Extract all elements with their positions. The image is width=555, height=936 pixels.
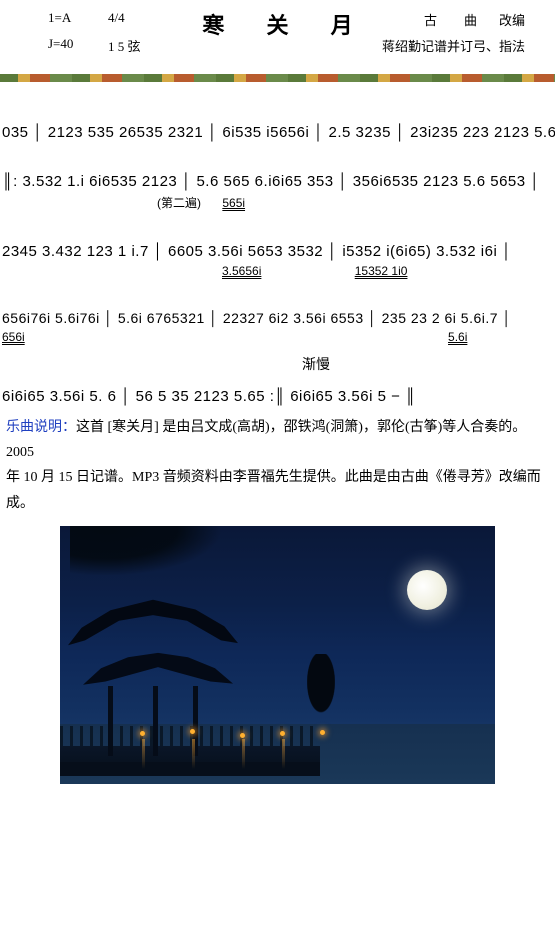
- deck-upper: [60, 746, 320, 762]
- description-line-1: 这首 [寒关月] 是由吕文成(高胡)，邵铁鸿(洞箫)，郭伦(古筝)等人合奏的。2…: [6, 420, 526, 460]
- score-line-3-sub1: 3.5656i: [222, 264, 261, 278]
- pillar: [153, 686, 158, 756]
- illustration: [60, 526, 495, 784]
- reflection: [242, 739, 245, 769]
- reflection: [142, 739, 145, 769]
- score-line-4: 656i76i 5.6i76i │ 5.6i 6765321 │ 22327 6…: [2, 310, 553, 326]
- score-line-3-annotation: 3.5656i 15352 1i0: [2, 264, 553, 278]
- source-1: 古: [424, 10, 437, 29]
- tree-silhouette: [297, 654, 345, 734]
- lantern-glow: [280, 731, 285, 736]
- score-line-1: 035 │ 2123 535 26535 2321 │ 6i535 i5656i…: [2, 124, 553, 141]
- deck-lower: [60, 762, 320, 776]
- roof-upper: [68, 586, 238, 656]
- description-block: 乐曲说明：这首 [寒关月] 是由吕文成(高胡)，邵铁鸿(洞箫)，郭伦(古筝)等人…: [0, 415, 555, 516]
- second-pass-note: (第二遍): [157, 196, 201, 210]
- score-line-2: ║: 3.532 1.i 6i6535 2123 │ 5.6 565 6.i6i…: [2, 173, 553, 190]
- score-line-4-suba: 656i: [2, 330, 25, 344]
- roof-lower: [83, 641, 233, 696]
- score-line-2-sub: 565i: [222, 196, 245, 210]
- moon-icon: [407, 570, 447, 610]
- score-line-3: 2345 3.432 123 1 i.7 │ 6605 3.56i 5653 3…: [2, 243, 553, 260]
- lantern-glow: [240, 733, 245, 738]
- tempo-mark: J=40: [48, 36, 73, 52]
- tempo-change: 渐慢: [302, 354, 553, 374]
- description-label: 乐曲说明：: [6, 420, 76, 435]
- lantern-glow: [190, 729, 195, 734]
- header: 寒 关 月 1=A 4/4 古 曲 改编 J=40 1 5 弦 蒋绍勤记谱并订弓…: [0, 0, 555, 74]
- score-line-4-subb: 5.6i: [448, 330, 467, 344]
- lantern-glow: [140, 731, 145, 736]
- string-tuning: 1 5 弦: [108, 36, 141, 55]
- score-line-4-annotation: 656i 5.6i: [2, 330, 553, 344]
- reflection: [282, 739, 285, 769]
- pillar: [108, 686, 113, 756]
- score-line-5: 6i6i65 3.56i 5. 6 │ 56 5 35 2123 5.65 :║…: [2, 388, 553, 405]
- key-signature: 1=A: [48, 10, 71, 26]
- source-3: 改编: [499, 10, 525, 29]
- score-line-3-sub2: 15352 1i0: [355, 264, 408, 278]
- score-line-2-annotation: (第二遍) 565i: [2, 194, 553, 211]
- description-line-2: 年 10 月 15 日记谱。MP3 音频资料由李晋福先生提供。此曲是由古曲《倦寻…: [6, 470, 541, 510]
- pavilion-silhouette: [68, 556, 243, 746]
- transcriber-credit: 蒋绍勤记谱并订弓、指法: [382, 36, 525, 55]
- source-2: 曲: [464, 10, 477, 29]
- decorative-band: [0, 74, 555, 82]
- reflection: [192, 739, 195, 769]
- lantern-glow: [320, 730, 325, 735]
- music-score: 035 │ 2123 535 26535 2321 │ 6i535 i5656i…: [0, 82, 555, 415]
- time-signature: 4/4: [108, 10, 125, 26]
